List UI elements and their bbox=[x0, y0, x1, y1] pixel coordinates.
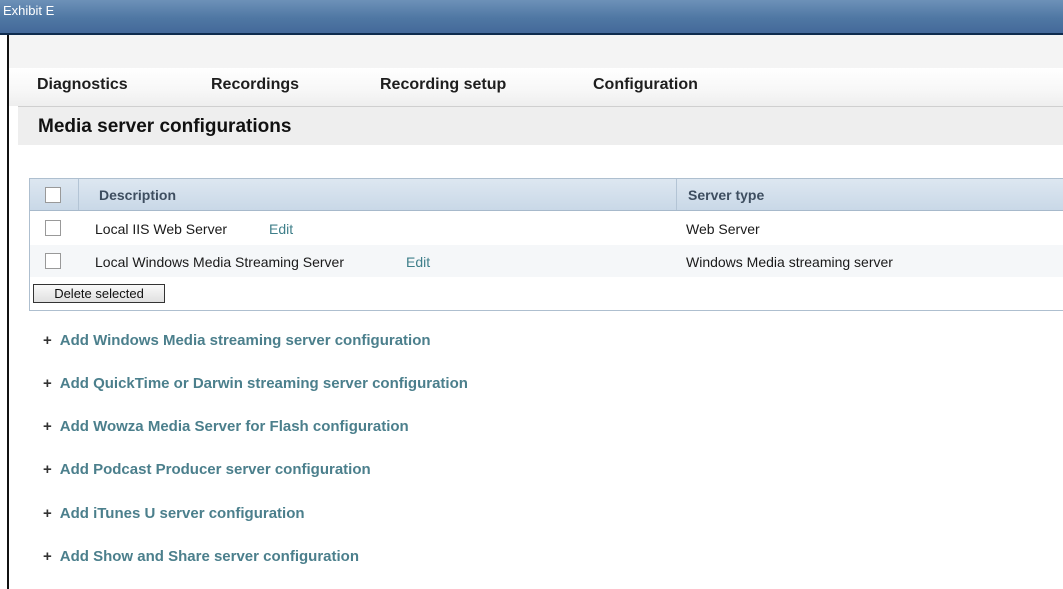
select-all-checkbox[interactable] bbox=[45, 187, 61, 203]
column-separator bbox=[78, 179, 79, 210]
column-separator bbox=[676, 179, 677, 210]
add-link-label: Add Podcast Producer server configuratio… bbox=[59, 461, 371, 478]
table-row: Local Windows Media Streaming Server Edi… bbox=[30, 245, 1063, 277]
add-quicktime-darwin-link[interactable]: + Add QuickTime or Darwin streaming serve… bbox=[43, 375, 468, 392]
app-window: Exhibit E Diagnostics Recordings Recordi… bbox=[0, 0, 1063, 589]
row-checkbox[interactable] bbox=[45, 220, 61, 236]
plus-icon: + bbox=[43, 332, 52, 349]
plus-icon: + bbox=[43, 505, 52, 522]
nav-configuration[interactable]: Configuration bbox=[593, 76, 698, 94]
add-windows-media-link[interactable]: + Add Windows Media streaming server conf… bbox=[43, 332, 431, 349]
add-wowza-link[interactable]: + Add Wowza Media Server for Flash config… bbox=[43, 418, 409, 435]
row-server-type: Windows Media streaming server bbox=[686, 254, 893, 270]
page-title: Media server configurations bbox=[38, 116, 292, 137]
edit-link[interactable]: Edit bbox=[406, 254, 430, 270]
row-server-type: Web Server bbox=[686, 221, 760, 237]
column-header-server-type[interactable]: Server type bbox=[688, 187, 764, 203]
delete-selected-button[interactable]: Delete selected bbox=[33, 284, 165, 303]
left-border bbox=[7, 35, 9, 589]
main-nav: Diagnostics Recordings Recording setup C… bbox=[9, 68, 1063, 106]
top-strip bbox=[9, 35, 1063, 68]
add-link-label: Add Wowza Media Server for Flash configu… bbox=[59, 418, 409, 435]
add-show-and-share-link[interactable]: + Add Show and Share server configuration bbox=[43, 548, 359, 565]
row-description: Local Windows Media Streaming Server bbox=[95, 254, 344, 270]
column-header-description[interactable]: Description bbox=[99, 187, 176, 203]
add-podcast-producer-link[interactable]: + Add Podcast Producer server configurati… bbox=[43, 461, 371, 478]
media-server-table: Description Server type Local IIS Web Se… bbox=[29, 178, 1063, 311]
exhibit-bar: Exhibit E bbox=[0, 0, 1063, 35]
nav-recordings[interactable]: Recordings bbox=[211, 76, 299, 94]
nav-recording-setup[interactable]: Recording setup bbox=[380, 76, 506, 94]
table-row: Local IIS Web Server Edit Web Server bbox=[30, 212, 1063, 244]
edit-link[interactable]: Edit bbox=[269, 221, 293, 237]
plus-icon: + bbox=[43, 418, 52, 435]
add-link-label: Add Windows Media streaming server confi… bbox=[59, 332, 431, 349]
plus-icon: + bbox=[43, 375, 52, 392]
add-link-label: Add QuickTime or Darwin streaming server… bbox=[59, 375, 468, 392]
add-link-label: Add iTunes U server configuration bbox=[59, 505, 305, 522]
row-checkbox[interactable] bbox=[45, 253, 61, 269]
add-itunes-u-link[interactable]: + Add iTunes U server configuration bbox=[43, 505, 305, 522]
plus-icon: + bbox=[43, 548, 52, 565]
page-title-band: Media server configurations bbox=[18, 107, 1063, 145]
nav-diagnostics[interactable]: Diagnostics bbox=[37, 76, 128, 94]
table-header: Description Server type bbox=[30, 179, 1063, 211]
exhibit-title: Exhibit E bbox=[3, 3, 55, 18]
add-link-label: Add Show and Share server configuration bbox=[59, 548, 359, 565]
plus-icon: + bbox=[43, 461, 52, 478]
row-description: Local IIS Web Server bbox=[95, 221, 228, 237]
